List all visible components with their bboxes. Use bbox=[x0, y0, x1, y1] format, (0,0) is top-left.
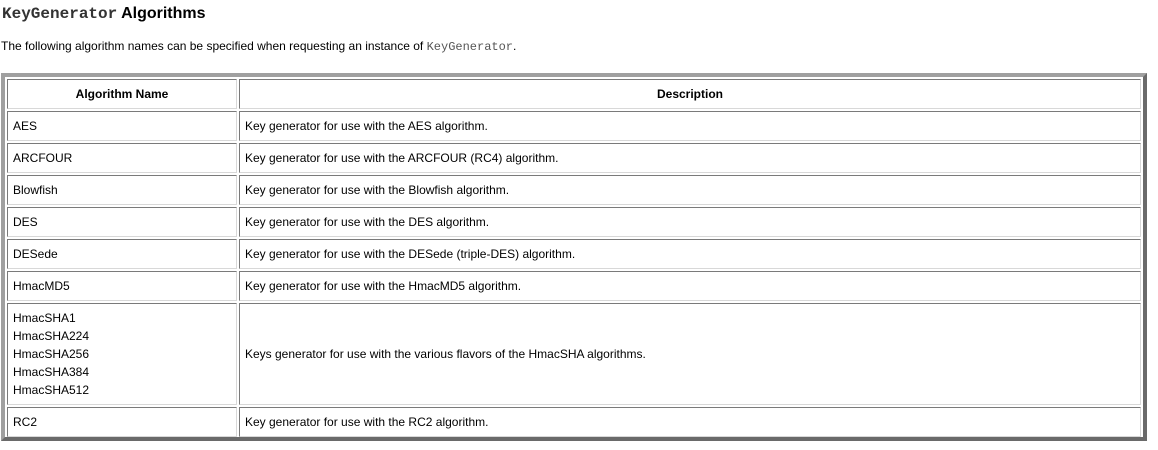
table-row: AES Key generator for use with the AES al… bbox=[7, 111, 1141, 141]
algorithm-description-cell: Key generator for use with the Blowfish … bbox=[239, 175, 1141, 205]
algorithm-name: DES bbox=[13, 215, 38, 229]
table-row: Blowfish Key generator for use with the B… bbox=[7, 175, 1141, 205]
algorithm-description-cell: Key generator for use with the DES algor… bbox=[239, 207, 1141, 237]
algorithm-description-cell: Key generator for use with the DESede (t… bbox=[239, 239, 1141, 269]
intro-text: The following algorithm names can be spe… bbox=[1, 39, 427, 53]
column-header-description: Description bbox=[239, 79, 1141, 109]
algorithm-name: HmacSHA256 bbox=[13, 347, 90, 361]
algorithm-name-cell: AES bbox=[7, 111, 237, 141]
algorithm-name: HmacSHA1 bbox=[13, 311, 76, 325]
intro-class-code: KeyGenerator bbox=[426, 40, 514, 54]
algorithm-description-cell: Key generator for use with the ARCFOUR (… bbox=[239, 143, 1141, 173]
algorithm-description-cell: Key generator for use with the HmacMD5 a… bbox=[239, 271, 1141, 301]
algorithm-name-cell: ARCFOUR bbox=[7, 143, 237, 173]
table-body: AES Key generator for use with the AES al… bbox=[7, 111, 1141, 437]
algorithm-description-cell: Keys generator for use with the various … bbox=[239, 303, 1141, 405]
algorithm-name-cell: DESede bbox=[7, 239, 237, 269]
algorithm-name: HmacSHA224 bbox=[13, 329, 90, 343]
algorithm-name: HmacMD5 bbox=[13, 279, 70, 293]
table-row: HmacSHA1 HmacSHA224 HmacSHA256 HmacSHA384 Hm… bbox=[7, 303, 1141, 405]
algorithm-name: ARCFOUR bbox=[13, 151, 73, 165]
algorithm-description-cell: Key generator for use with the AES algor… bbox=[239, 111, 1141, 141]
algorithm-name: RC2 bbox=[13, 415, 38, 429]
class-name-code: KeyGenerator bbox=[2, 5, 118, 23]
algorithms-table-frame: Algorithm Name Description AES Key genera… bbox=[1, 73, 1147, 441]
heading-text: Algorithms bbox=[117, 5, 206, 22]
algorithm-name-cell: DES bbox=[7, 207, 237, 237]
algorithms-table: Algorithm Name Description AES Key genera… bbox=[5, 77, 1143, 439]
algorithm-name-cell: RC2 bbox=[7, 407, 237, 437]
table-row: ARCFOUR Key generator for use with the AR… bbox=[7, 143, 1141, 173]
table-row: DESede Key generator for use with the DES… bbox=[7, 239, 1141, 269]
algorithm-name: HmacSHA512 bbox=[13, 383, 90, 397]
algorithm-name: AES bbox=[13, 119, 38, 133]
column-header-algorithm-name: Algorithm Name bbox=[7, 79, 237, 109]
algorithm-description-cell: Key generator for use with the RC2 algor… bbox=[239, 407, 1141, 437]
table-header-row: Algorithm Name Description bbox=[7, 79, 1141, 109]
intro-tail: . bbox=[513, 39, 517, 53]
algorithm-name-cell: Blowfish bbox=[7, 175, 237, 205]
table-row: RC2 Key generator for use with the RC2 al… bbox=[7, 407, 1141, 437]
algorithm-name: DESede bbox=[13, 247, 58, 261]
table-row: HmacMD5 Key generator for use with the Hm… bbox=[7, 271, 1141, 301]
algorithm-name: HmacSHA384 bbox=[13, 365, 90, 379]
section-heading: KeyGenerator Algorithms bbox=[2, 3, 206, 25]
algorithm-name-cell: HmacMD5 bbox=[7, 271, 237, 301]
algorithm-name-cell: HmacSHA1 HmacSHA224 HmacSHA256 HmacSHA384 Hm… bbox=[7, 303, 237, 405]
algorithm-name: Blowfish bbox=[13, 183, 58, 197]
table-row: DES Key generator for use with the DES al… bbox=[7, 207, 1141, 237]
intro-paragraph: The following algorithm names can be spe… bbox=[1, 37, 516, 56]
